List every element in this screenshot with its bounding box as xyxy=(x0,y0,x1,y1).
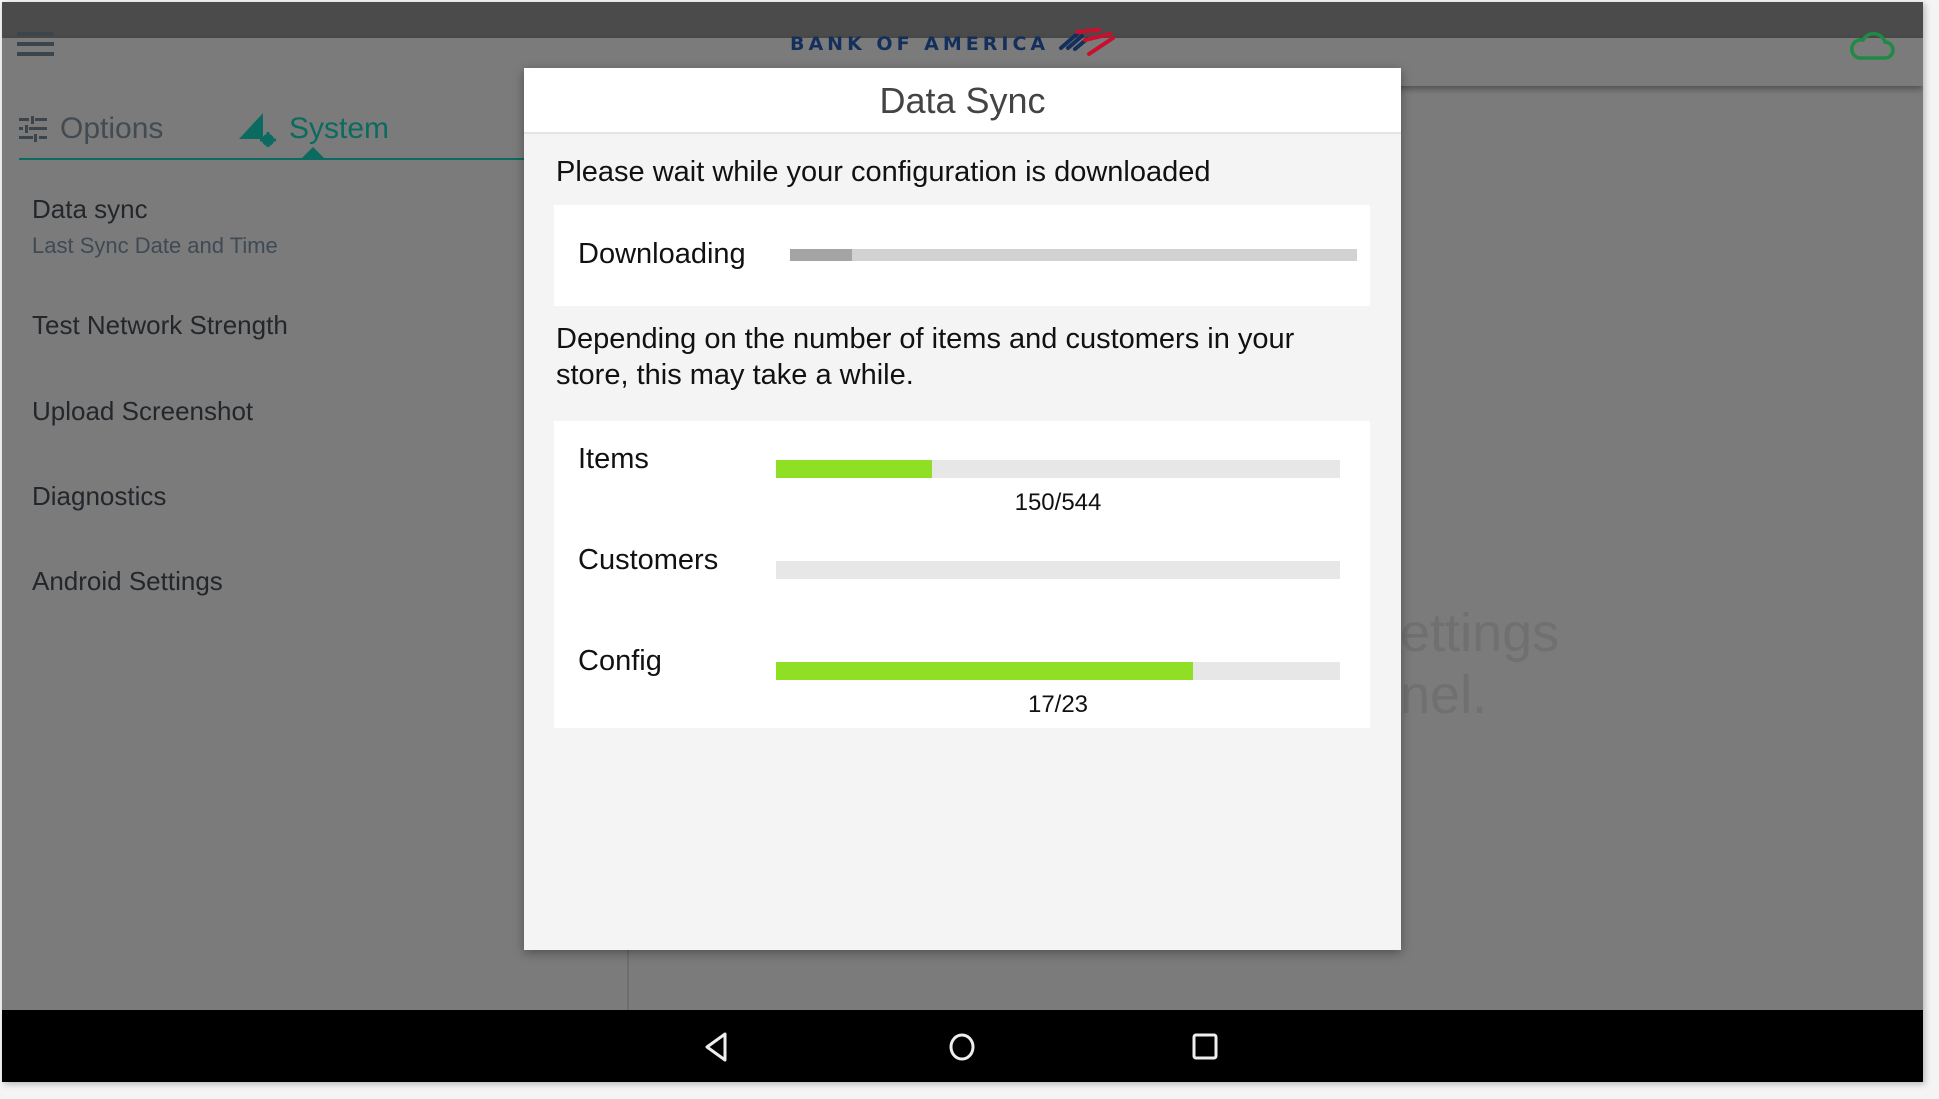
items-progress-bar xyxy=(776,460,1340,478)
hint-line-1: ettings xyxy=(1400,603,1560,663)
config-progress-bar xyxy=(776,662,1340,680)
items-label: Items xyxy=(578,443,649,475)
setting-data-sync[interactable]: Data sync Last Sync Date and Time xyxy=(32,194,278,259)
sliders-icon xyxy=(19,116,47,142)
downloading-label: Downloading xyxy=(578,238,746,270)
home-icon[interactable] xyxy=(945,1030,979,1064)
tab-system-label: System xyxy=(289,112,390,145)
setting-upload-screenshot[interactable]: Upload Screenshot xyxy=(32,396,253,427)
dialog-header: Data Sync xyxy=(524,68,1401,134)
tab-options-label: Options xyxy=(60,112,164,145)
progress-card: Items 150/544 Customers Config 17/23 xyxy=(554,421,1370,728)
setting-label: Upload Screenshot xyxy=(32,396,254,426)
data-sync-dialog: Data Sync Please wait while your configu… xyxy=(524,68,1401,950)
customers-progress-bar xyxy=(776,561,1340,579)
hint-line-2: nel. xyxy=(1400,665,1488,725)
setting-label: Data sync xyxy=(32,194,148,224)
wait-message: Please wait while your configuration is … xyxy=(556,156,1211,188)
active-tab-indicator xyxy=(301,147,325,159)
setting-label: Test Network Strength xyxy=(32,310,288,340)
customers-label: Customers xyxy=(578,544,719,576)
setting-android-settings[interactable]: Android Settings xyxy=(32,566,223,597)
empty-state-hint: ettings nel. xyxy=(1400,602,1559,726)
flag-logo-icon xyxy=(1059,28,1116,56)
download-card: Downloading xyxy=(554,205,1370,306)
items-progress-fill xyxy=(776,460,932,478)
bank-of-america-logo: BANK OF AMERICA xyxy=(790,24,1117,64)
setting-test-network-strength[interactable]: Test Network Strength xyxy=(32,310,288,341)
back-icon[interactable] xyxy=(701,1030,735,1064)
config-progress-fill xyxy=(776,662,1193,680)
info-message: Depending on the number of items and cus… xyxy=(556,323,1295,391)
config-label: Config xyxy=(578,645,662,677)
dialog-title: Data Sync xyxy=(879,80,1046,121)
cloud-icon[interactable] xyxy=(1847,28,1897,64)
android-nav-bar xyxy=(2,1010,1923,1082)
download-progress-indeterminate xyxy=(790,249,853,261)
progress-row-customers: Customers xyxy=(554,522,1370,602)
brand-name: BANK OF AMERICA xyxy=(790,33,1050,55)
setting-label: Android Settings xyxy=(32,566,223,596)
download-progress-bar xyxy=(790,249,1357,261)
hamburger-menu-icon[interactable] xyxy=(17,32,55,62)
setting-label: Diagnostics xyxy=(32,481,167,511)
recents-icon[interactable] xyxy=(1189,1030,1223,1064)
config-count: 17/23 xyxy=(1027,691,1089,718)
progress-row-items: Items 150/544 xyxy=(554,421,1370,516)
tab-options[interactable]: Options xyxy=(19,104,163,154)
system-settings-icon xyxy=(239,113,276,147)
last-sync-label: Last Sync Date and Time xyxy=(32,233,278,258)
setting-diagnostics[interactable]: Diagnostics xyxy=(32,481,166,512)
items-count: 150/544 xyxy=(1014,489,1102,516)
progress-row-config: Config 17/23 xyxy=(554,623,1370,718)
